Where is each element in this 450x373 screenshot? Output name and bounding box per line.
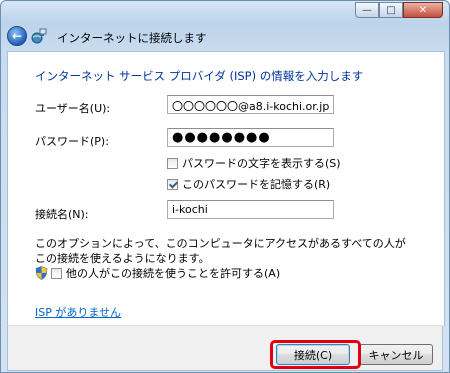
- show-password-checkbox[interactable]: パスワードの文字を表示する(S): [167, 155, 341, 171]
- maximize-icon[interactable]: □: [379, 2, 403, 18]
- cancel-button[interactable]: キャンセル: [359, 344, 433, 365]
- window-controls: — □ ✕: [355, 2, 443, 18]
- checkbox-box[interactable]: [167, 157, 178, 169]
- connect-button[interactable]: 接続(C): [276, 344, 350, 365]
- remember-password-checkbox[interactable]: このパスワードを記憶する(R): [167, 176, 330, 192]
- page-heading: インターネット サービス プロバイダ (ISP) の情報を入力します: [35, 69, 364, 83]
- back-arrow-icon[interactable]: ←: [7, 26, 27, 46]
- password-label: パスワード(P):: [35, 135, 109, 148]
- checkbox-box-checked[interactable]: [167, 178, 178, 190]
- connection-name-field[interactable]: i-kochi: [167, 200, 334, 219]
- no-isp-link[interactable]: ISP がありません: [35, 304, 121, 320]
- uac-shield-icon: [35, 266, 48, 280]
- sharing-note: このオプションによって、このコンピュータにアクセスがあるすべての人がこの接続を使…: [35, 237, 406, 265]
- close-icon[interactable]: ✕: [403, 2, 443, 18]
- allow-others-checkbox[interactable]: 他の人がこの接続を使うことを許可する(A): [35, 265, 280, 281]
- allow-others-label: 他の人がこの接続を使うことを許可する(A): [66, 267, 281, 280]
- window-title: インターネットに接続します: [57, 31, 207, 45]
- network-globe-icon: [31, 28, 47, 44]
- content-panel: インターネット サービス プロバイダ (ISP) の情報を入力します ユーザー名…: [7, 51, 445, 326]
- username-field[interactable]: 〇〇〇〇〇〇@a8.i-kochi.or.jp: [167, 95, 334, 114]
- password-field[interactable]: ●●●●●●●●: [167, 128, 334, 147]
- remember-password-label: このパスワードを記憶する(R): [182, 178, 331, 191]
- button-bar: 接続(C) キャンセル: [7, 325, 443, 371]
- navigation-bar: ← インターネットに接続します: [1, 23, 449, 51]
- checkbox-box[interactable]: [51, 267, 62, 279]
- minimize-icon[interactable]: —: [355, 2, 379, 18]
- show-password-label: パスワードの文字を表示する(S): [182, 157, 341, 170]
- connection-name-label: 接続名(N):: [35, 208, 89, 221]
- dialog-window: — □ ✕ ← インターネットに接続します インターネット サービス プロバイダ…: [0, 0, 450, 373]
- username-label: ユーザー名(U):: [35, 102, 111, 115]
